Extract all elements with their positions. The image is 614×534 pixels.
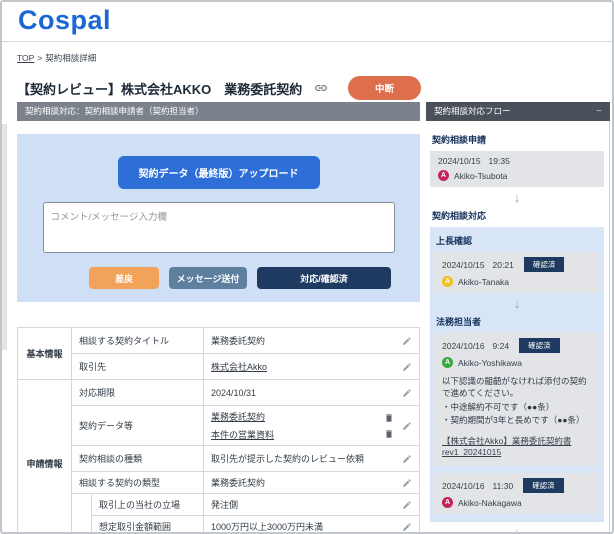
table-row: 取引先 株式会社Akko bbox=[18, 353, 420, 380]
row-label: 契約データ等 bbox=[71, 405, 204, 446]
contract-file-link[interactable]: 業務委託契約 bbox=[211, 410, 384, 423]
edit-pencil-icon[interactable] bbox=[402, 522, 412, 532]
flow-heading-request: 契約相談申請 bbox=[432, 135, 487, 145]
partner-link[interactable]: 株式会社Akko bbox=[211, 362, 267, 372]
title-row: 【契約レビュー】株式会社AKKO 業務委託契約 中断 bbox=[17, 76, 421, 100]
legal-comment-text: 以下認識の齟齬がなければ添付の契約で進めてください。 bbox=[442, 376, 587, 399]
attachment-link[interactable]: 【株式会社Akko】業務委託契約書rev1_20241015 bbox=[442, 435, 592, 457]
upload-final-contract-button[interactable]: 契約データ（最終版）アップロード bbox=[117, 156, 320, 189]
edit-pencil-icon[interactable] bbox=[402, 500, 412, 510]
status-badge-confirmed: 確認済 bbox=[519, 338, 560, 353]
collapse-minus-icon[interactable]: − bbox=[596, 102, 602, 121]
app-logo: Cospal bbox=[18, 5, 112, 35]
user-name: Akiko-Yoshikawa bbox=[458, 357, 522, 368]
remand-button[interactable]: 差戻 bbox=[89, 267, 159, 289]
flow-card-legal-2: 2024/10/16 11:30 確認済 A Akiko-Nakagawa bbox=[434, 473, 600, 515]
card-time: 11:30 bbox=[492, 480, 514, 491]
main-section-header: 契約相談対応：契約相談申請者（契約担当者） bbox=[17, 102, 420, 121]
group-cell-basic-info: 基本情報 bbox=[17, 327, 72, 380]
flow-heading-response: 契約相談対応 bbox=[432, 211, 487, 221]
edit-pencil-icon[interactable] bbox=[402, 421, 412, 431]
row-value: 取引先が提示した契約のレビュー依頼 bbox=[211, 454, 365, 464]
card-time: 19:35 bbox=[488, 156, 510, 166]
flow-panel: 契約相談申請 2024/10/15 19:35 A Akiko-Tsubota … bbox=[426, 121, 610, 534]
row-label: 契約相談の種類 bbox=[71, 445, 204, 472]
flow-card-request: 2024/10/15 19:35 A Akiko-Tsubota bbox=[430, 151, 604, 187]
legal-comment-bullet: ・中途解約不可です（●●条） bbox=[442, 401, 555, 412]
group-cell-application-info: 申請情報 bbox=[17, 379, 72, 532]
row-value: 発注側 bbox=[211, 500, 239, 510]
row-value: 業務委託契約 bbox=[211, 478, 266, 488]
trash-icon[interactable] bbox=[384, 413, 394, 423]
row-value: 1000万円以上3000万円未満 bbox=[211, 522, 324, 532]
table-row: 基本情報 相談する契約タイトル 業務委託契約 bbox=[17, 327, 420, 380]
row-label: 想定取引金額範囲 bbox=[91, 515, 204, 532]
edit-pencil-icon[interactable] bbox=[402, 336, 412, 346]
down-arrow-icon: ↓ bbox=[513, 190, 521, 205]
breadcrumb-current: 契約相談詳細 bbox=[45, 53, 97, 63]
action-panel: 契約データ（最終版）アップロード 差戻 メッセージ送付 対応/確認済 bbox=[17, 134, 420, 302]
table-row: 取引上の当社の立場 発注側 bbox=[18, 493, 420, 532]
indent-cell bbox=[71, 493, 92, 532]
table-row: 契約データ等 業務委託契約 本件の営業資料 bbox=[18, 405, 420, 446]
flow-response-section: 上長確認 2024/10/15 20:21 確認済 A Akiko-Tanaka… bbox=[430, 227, 604, 523]
row-value: 業務委託契約 bbox=[211, 336, 266, 346]
row-label: 取引上の当社の立場 bbox=[91, 493, 204, 516]
avatar: A bbox=[442, 276, 453, 287]
main-section-title: 契約相談対応：契約相談申請者（契約担当者） bbox=[25, 106, 204, 116]
card-time: 9:24 bbox=[492, 340, 510, 351]
table-row: 契約相談の種類 取引先が提示した契約のレビュー依頼 bbox=[18, 445, 420, 472]
status-badge-confirmed: 確認済 bbox=[523, 478, 564, 494]
row-value: 2024/10/31 bbox=[211, 387, 257, 398]
interrupt-button[interactable]: 中断 bbox=[347, 76, 421, 100]
edit-pencil-icon[interactable] bbox=[402, 388, 412, 398]
row-label: 相談する契約の類型 bbox=[71, 471, 204, 494]
flow-card-manager: 2024/10/15 20:21 確認済 A Akiko-Tanaka bbox=[434, 252, 600, 293]
breadcrumb-top-link[interactable]: TOP bbox=[17, 53, 34, 63]
trash-icon[interactable] bbox=[384, 429, 394, 439]
edit-pencil-icon[interactable] bbox=[402, 478, 412, 488]
flow-label-manager: 上長確認 bbox=[436, 236, 473, 246]
avatar: A bbox=[438, 170, 449, 181]
user-name: Akiko-Nakagawa bbox=[458, 497, 522, 508]
action-buttons-row: 差戻 メッセージ送付 対応/確認済 bbox=[89, 267, 420, 289]
left-edge-strip bbox=[2, 124, 7, 350]
send-message-button[interactable]: メッセージ送付 bbox=[169, 267, 247, 289]
row-label: 取引先 bbox=[71, 353, 204, 380]
card-time: 20:21 bbox=[492, 259, 514, 270]
sales-doc-file-link[interactable]: 本件の営業資料 bbox=[211, 428, 384, 441]
down-arrow-icon: ↓ bbox=[513, 525, 521, 534]
contract-detail-table: 基本情報 相談する契約タイトル 業務委託契約 取引先 株式会社Akko 申請情報… bbox=[17, 327, 420, 532]
flow-label-legal: 法務担当者 bbox=[436, 317, 482, 327]
flow-section-title: 契約相談対応フロー bbox=[434, 106, 511, 116]
comment-input[interactable] bbox=[42, 202, 395, 253]
avatar: A bbox=[442, 357, 453, 368]
user-name: Akiko-Tanaka bbox=[458, 276, 510, 287]
user-name: Akiko-Tsubota bbox=[454, 170, 508, 181]
down-arrow-icon: ↓ bbox=[513, 296, 521, 311]
page: Cospal TOP > 契約相談詳細 【契約レビュー】株式会社AKKO 業務委託契… bbox=[0, 0, 614, 534]
card-date: 2024/10/15 bbox=[438, 156, 481, 166]
card-date: 2024/10/15 bbox=[442, 259, 485, 270]
status-badge-confirmed: 確認済 bbox=[523, 257, 565, 272]
avatar: A bbox=[442, 497, 453, 509]
table-row: 申請情報 対応期限 2024/10/31 bbox=[17, 379, 420, 532]
breadcrumb-separator: > bbox=[37, 53, 43, 63]
flow-section-header: 契約相談対応フロー − bbox=[426, 102, 610, 121]
legal-comment-bullet: ・契約期間が3年と長めです（●●条） bbox=[442, 414, 585, 425]
card-date: 2024/10/16 bbox=[442, 340, 485, 351]
card-date: 2024/10/16 bbox=[442, 480, 485, 491]
table-row: 相談する契約の類型 業務委託契約 bbox=[18, 471, 420, 494]
link-icon[interactable] bbox=[314, 81, 328, 95]
flow-card-legal: 2024/10/16 9:24 確認済 A Akiko-Yoshikawa 以下… bbox=[434, 333, 600, 467]
row-label: 相談する契約タイトル bbox=[71, 327, 204, 354]
edit-pencil-icon[interactable] bbox=[402, 362, 412, 372]
logo-bar: Cospal bbox=[2, 2, 612, 42]
breadcrumb: TOP > 契約相談詳細 bbox=[17, 52, 96, 64]
confirm-done-button[interactable]: 対応/確認済 bbox=[257, 267, 391, 289]
edit-pencil-icon[interactable] bbox=[402, 454, 412, 464]
page-title: 【契約レビュー】株式会社AKKO 業務委託契約 bbox=[17, 81, 303, 97]
row-label: 対応期限 bbox=[71, 379, 204, 406]
legal-comment: 以下認識の齟齬がなければ添付の契約で進めてください。 ・中途解約不可です（●●条… bbox=[442, 375, 592, 426]
